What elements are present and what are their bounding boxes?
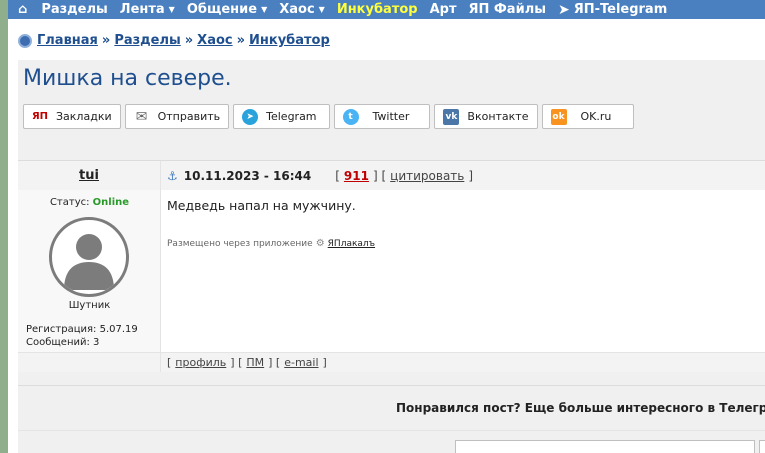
envelope-icon: ✉ <box>133 108 150 125</box>
author-rank: Шутник <box>68 300 111 311</box>
vk-label: Вконтакте <box>467 110 529 123</box>
bottom-band <box>18 430 765 453</box>
breadcrumb-home[interactable]: Главная <box>37 33 98 48</box>
post-content: Медведь напал на мужчину. Размещено чере… <box>161 190 765 352</box>
post-header: tui ⚓ 10.11.2023 - 16:44 [ 911 ] [ цитир… <box>18 160 765 190</box>
post-footer: [ профиль ] [ ПМ ] [ e-mail ] <box>18 352 765 372</box>
bracket-close: ] <box>468 168 474 183</box>
yap-logo-icon: ЯП <box>32 108 48 125</box>
posted-via: Размещено через приложение ⚙ ЯПлакалъ <box>167 238 375 249</box>
nav-item-label: Разделы <box>41 2 108 17</box>
ok-share-button[interactable]: ok OK.ru <box>541 104 635 129</box>
caret-down-icon: ▼ <box>318 5 325 14</box>
twitter-label: Twitter <box>372 110 410 123</box>
author-status: Статус: Online <box>18 197 161 208</box>
post-body: Статус: Online Шутник Регистрация: 5.07.… <box>18 190 765 352</box>
breadcrumb-separator: » <box>101 33 111 48</box>
bracket-separator: ] [ <box>230 356 243 369</box>
paper-plane-icon: ➤ <box>557 1 570 18</box>
breadcrumb-incubator[interactable]: Инкубатор <box>249 33 330 48</box>
bottom-panel <box>455 440 755 453</box>
telegram-share-button[interactable]: ➤ Telegram <box>233 104 330 129</box>
android-icon: ⚙ <box>315 238 325 249</box>
breadcrumb-chaos[interactable]: Хаос <box>197 33 232 48</box>
breadcrumb: Главная » Разделы » Хаос » Инкубатор <box>18 33 330 48</box>
post-links: [ профиль ] [ ПМ ] [ e-mail ] <box>161 353 765 372</box>
twitter-share-button[interactable]: t Twitter <box>333 104 431 129</box>
breadcrumb-separator: » <box>184 33 194 48</box>
caret-down-icon: ▼ <box>168 5 175 14</box>
promo-band: Понравился пост? Еще больше интересного … <box>18 385 765 429</box>
caret-down-icon: ▼ <box>261 5 268 14</box>
nav-item-art[interactable]: Арт <box>430 2 457 17</box>
ok-icon: ok <box>550 108 567 125</box>
nav-item-telegram[interactable]: ➤ ЯП-Telegram <box>558 2 667 18</box>
bookmarks-button[interactable]: ЯП Закладки <box>23 104 121 129</box>
globe-icon <box>18 33 32 48</box>
bracket-close: ] <box>322 356 327 369</box>
bracket-open: [ <box>167 356 172 369</box>
nav-item-feed[interactable]: Лента ▼ <box>120 2 175 17</box>
user-silhouette-icon <box>64 234 114 290</box>
bottom-panel-right <box>759 440 765 453</box>
page: ⌂ Разделы Лента ▼ Общение ▼ Хаос ▼ Инкубато… <box>8 0 765 453</box>
post-date: 10.11.2023 - 16:44 <box>183 168 312 183</box>
topic-title: Мишка на севере. <box>23 66 232 91</box>
bracket-close: ] [ <box>372 168 387 183</box>
author-name[interactable]: tui <box>18 161 161 190</box>
left-strip <box>0 0 8 453</box>
top-navigation: ⌂ Разделы Лента ▼ Общение ▼ Хаос ▼ Инкубато… <box>8 0 765 19</box>
nav-item-sections[interactable]: Разделы <box>41 2 107 17</box>
status-label: Статус: <box>49 197 90 208</box>
registration-date: Регистрация: 5.07.19 <box>26 324 138 335</box>
nav-item-communication[interactable]: Общение ▼ <box>187 2 267 17</box>
nav-item-chaos[interactable]: Хаос ▼ <box>279 2 325 17</box>
telegram-promo[interactable]: Понравился пост? Еще больше интересного … <box>396 401 765 415</box>
profile-link[interactable]: профиль <box>175 356 226 369</box>
post: tui ⚓ 10.11.2023 - 16:44 [ 911 ] [ цитир… <box>18 160 765 372</box>
app-link[interactable]: ЯПлакалъ <box>328 239 375 249</box>
post-meta: ⚓ 10.11.2023 - 16:44 [ 911 ] [ цитироват… <box>161 161 765 190</box>
nav-item-label: Лента <box>119 2 165 17</box>
nav-item-label: Общение <box>186 2 258 17</box>
breadcrumb-separator: » <box>236 33 246 48</box>
email-link[interactable]: e-mail <box>284 356 318 369</box>
send-button[interactable]: ✉ Отправить <box>124 104 230 129</box>
topic-container: Мишка на севере. ЯП Закладки ✉ Отправить… <box>18 60 765 453</box>
twitter-icon: t <box>342 108 359 125</box>
post-footer-left <box>18 353 161 372</box>
send-label: Отправить <box>157 110 221 123</box>
bracket-open: [ <box>335 168 340 183</box>
pm-link[interactable]: ПМ <box>246 356 264 369</box>
post-message: Медведь напал на мужчину. <box>167 198 356 213</box>
share-bar: ЯП Закладки ✉ Отправить ➤ Telegram t Twi… <box>23 104 638 129</box>
home-icon[interactable]: ⌂ <box>18 2 27 17</box>
message-count: Сообщений: 3 <box>26 337 100 348</box>
quote-link[interactable]: цитировать <box>390 169 464 183</box>
nav-item-files[interactable]: ЯП Файлы <box>469 2 546 17</box>
status-value: Online <box>92 197 130 208</box>
vk-share-button[interactable]: vk Вконтакте <box>434 104 538 129</box>
bracket-separator: ] [ <box>268 356 281 369</box>
telegram-label: Telegram <box>266 110 317 123</box>
nav-item-label: ЯП Файлы <box>468 2 546 17</box>
avatar <box>49 217 129 297</box>
nav-item-label: Хаос <box>279 2 315 17</box>
nav-item-label: ЯП-Telegram <box>573 2 668 17</box>
nav-item-label: Арт <box>429 2 457 17</box>
nav-item-incubator[interactable]: Инкубатор <box>337 2 418 17</box>
author-stats: Регистрация: 5.07.19 Сообщений: 3 <box>26 323 138 349</box>
telegram-icon: ➤ <box>242 108 259 125</box>
anchor-icon[interactable]: ⚓ <box>167 169 178 183</box>
posted-via-label: Размещено через приложение <box>167 238 313 249</box>
post-number[interactable]: 911 <box>344 169 369 183</box>
author-info: Статус: Online Шутник Регистрация: 5.07.… <box>18 190 161 352</box>
breadcrumb-sections[interactable]: Разделы <box>114 33 180 48</box>
vk-icon: vk <box>443 108 460 125</box>
ok-label: OK.ru <box>580 110 612 123</box>
nav-item-label: Инкубатор <box>336 2 418 17</box>
bookmarks-label: Закладки <box>56 110 112 123</box>
